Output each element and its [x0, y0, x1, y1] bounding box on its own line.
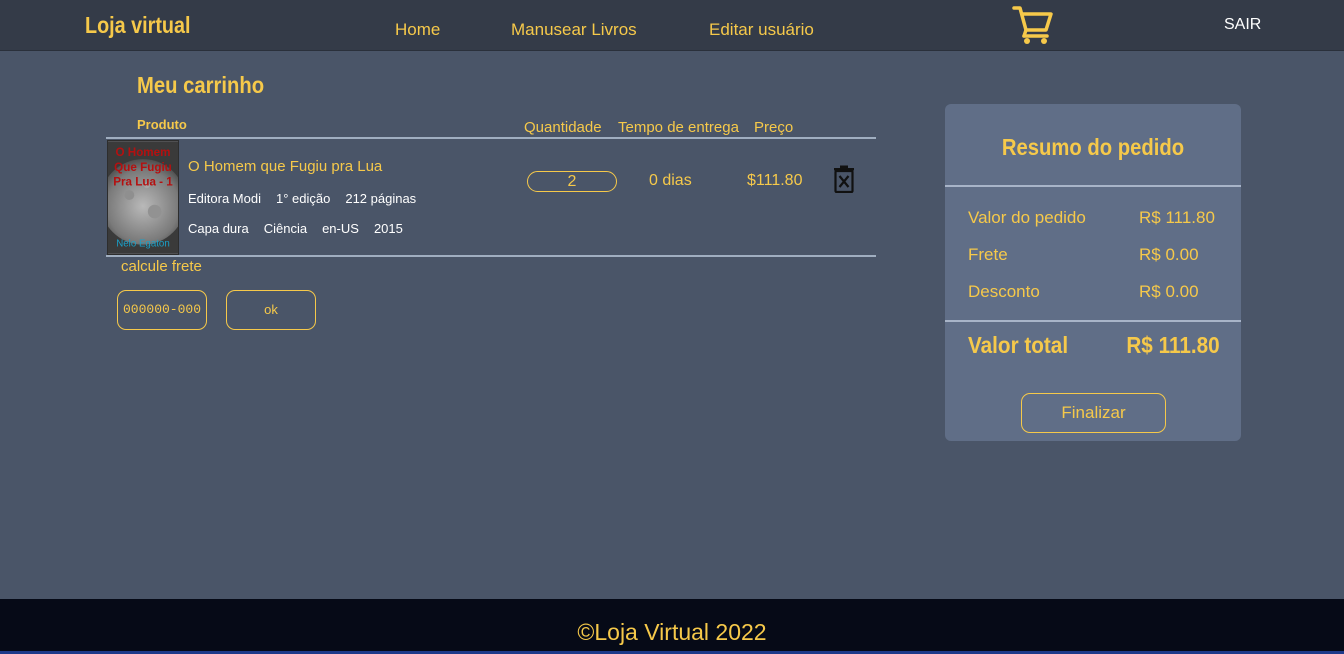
column-header-product: Produto	[137, 117, 187, 132]
zipcode-input[interactable]: 000000-000	[117, 290, 207, 330]
total-value: R$ 111.80	[1126, 332, 1220, 358]
page-title: Meu carrinho	[137, 72, 265, 98]
product-details-line-2: Capa dura Ciência en-US 2015	[188, 221, 403, 236]
footer-copyright: ©Loja Virtual 2022	[577, 619, 767, 645]
nav-manage-books[interactable]: Manusear Livros	[511, 20, 637, 40]
checkout-button[interactable]: Finalizar	[1021, 393, 1166, 433]
trash-icon[interactable]	[832, 165, 856, 193]
footer: ©Loja Virtual 2022	[0, 599, 1344, 654]
cover-title-line-3: Pra Lua - 1	[113, 175, 173, 188]
product-name[interactable]: O Homem que Fugiu pra Lua	[188, 158, 382, 175]
product-category: Ciência	[263, 221, 308, 236]
product-year: 2015	[373, 221, 403, 236]
cover-title-line-2: Que Fugiu	[114, 161, 172, 174]
quantity-input[interactable]: 2	[527, 171, 617, 192]
product-details-line-1: Editora Modi 1° edição 212 páginas	[188, 191, 416, 206]
summary-title: Resumo do pedido	[1001, 134, 1185, 160]
shipping-label: calcule frete	[121, 258, 202, 275]
order-summary-panel: Resumo do pedido Valor do pedido R$ 111.…	[945, 104, 1241, 441]
shipping-ok-button[interactable]: ok	[226, 290, 316, 330]
book-cover-image[interactable]: O Homem Que Fugiu Pra Lua - 1 Nelo Egato…	[107, 140, 179, 255]
summary-row-value: R$ 111.80	[1139, 208, 1215, 227]
product-language: en-US	[322, 221, 359, 236]
divider	[945, 320, 1241, 322]
summary-row-label: Valor do pedido	[968, 208, 1086, 227]
summary-row-label: Frete	[968, 245, 1008, 264]
summary-row-value: R$ 0.00	[1139, 282, 1199, 301]
product-publisher: Editora Modi	[188, 191, 261, 206]
cover-title-line-1: O Homem	[115, 146, 170, 159]
item-price: $111.80	[747, 172, 803, 189]
nav-edit-user[interactable]: Editar usuário	[709, 20, 814, 40]
column-header-delivery: Tempo de entrega	[618, 119, 739, 136]
cover-author: Nelo Egaton	[116, 239, 170, 250]
top-navbar: Loja virtual Home Manusear Livros Editar…	[0, 0, 1344, 51]
logout-link[interactable]: SAIR	[1224, 16, 1261, 34]
total-label: Valor total	[968, 332, 1069, 358]
shopping-cart-icon[interactable]	[1012, 3, 1054, 45]
column-header-price: Preço	[754, 119, 794, 136]
delivery-time: 0 dias	[649, 172, 692, 189]
column-header-quantity: Quantidade	[524, 119, 602, 136]
product-cover-type: Capa dura	[188, 221, 249, 236]
divider	[106, 255, 876, 257]
summary-row-value: R$ 0.00	[1139, 245, 1199, 264]
brand-logo[interactable]: Loja virtual	[85, 12, 191, 39]
summary-row-label: Desconto	[968, 282, 1040, 301]
divider	[945, 185, 1241, 187]
nav-home[interactable]: Home	[395, 20, 440, 40]
product-pages: 212 páginas	[345, 191, 417, 206]
divider	[106, 137, 876, 139]
product-edition: 1° edição	[275, 191, 331, 206]
